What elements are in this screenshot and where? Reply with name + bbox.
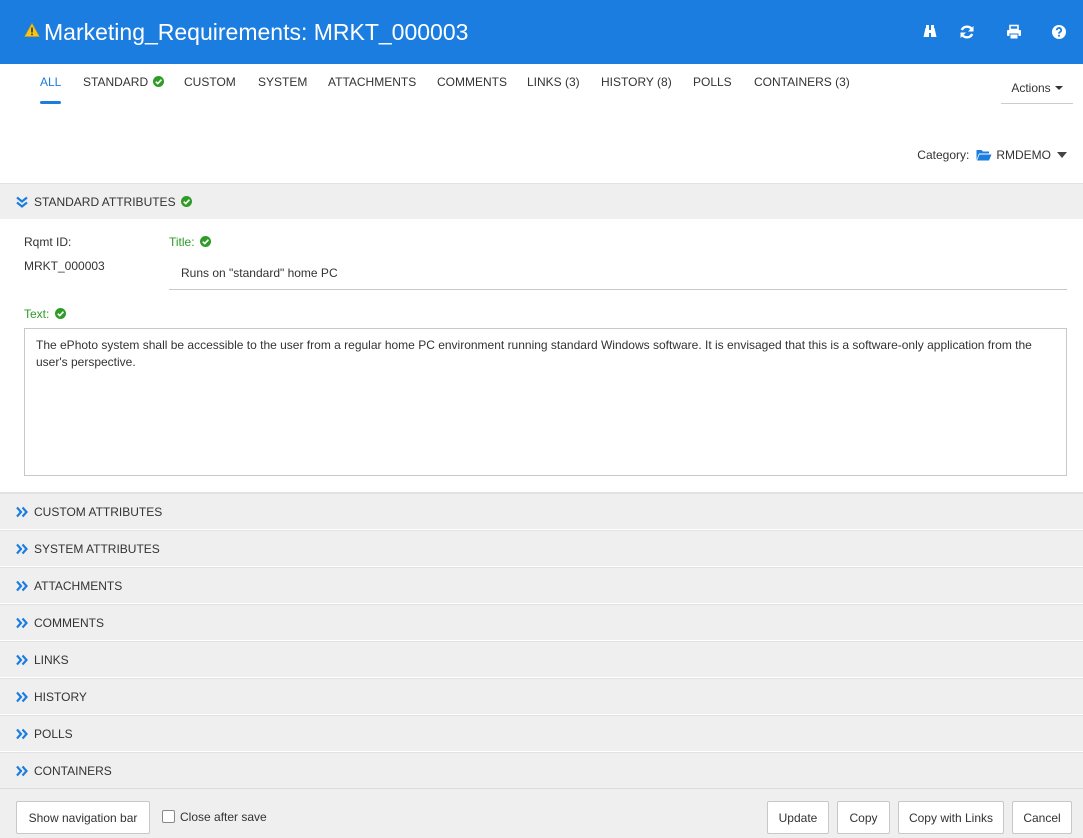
help-icon[interactable] <box>1049 22 1069 42</box>
rqmt-id-label: Rqmt ID: <box>24 235 72 249</box>
page-title: Marketing_Requirements: MRKT_000003 <box>44 19 469 45</box>
caret-down-icon <box>1057 152 1067 158</box>
tab-containers[interactable]: CONTAINERS (3) <box>754 75 850 89</box>
tab-system[interactable]: SYSTEM <box>258 75 307 89</box>
binoculars-icon[interactable] <box>920 22 940 42</box>
caret-down-icon <box>1054 85 1063 90</box>
section-label: POLLS <box>34 726 73 741</box>
title-bar: Marketing_Requirements: MRKT_000003 <box>0 0 1083 64</box>
tab-bar: ALL STANDARD CUSTOM SYSTEM ATTACHMENTS C… <box>0 64 1083 108</box>
tab-all[interactable]: ALL <box>40 75 61 89</box>
section-label: STANDARD ATTRIBUTES <box>34 194 176 209</box>
section-custom-attributes[interactable]: CUSTOM ATTRIBUTES <box>0 493 1083 529</box>
tab-attachments[interactable]: ATTACHMENTS <box>328 75 416 89</box>
chevron-double-right-icon <box>16 617 28 628</box>
check-icon <box>54 308 66 319</box>
folder-open-icon <box>976 150 992 161</box>
cancel-button[interactable]: Cancel <box>1012 801 1072 834</box>
close-after-save-label[interactable]: Close after save <box>180 810 267 824</box>
section-links[interactable]: LINKS <box>0 641 1083 677</box>
update-button[interactable]: Update <box>767 801 829 834</box>
section-label: HISTORY <box>34 689 87 704</box>
actions-label: Actions <box>1011 80 1051 95</box>
check-icon <box>153 76 165 87</box>
actions-dropdown[interactable]: Actions <box>1001 72 1073 104</box>
chevron-double-right-icon <box>16 728 28 739</box>
section-standard-attributes[interactable]: STANDARD ATTRIBUTES <box>0 183 1083 219</box>
check-icon <box>180 196 192 207</box>
tab-standard[interactable]: STANDARD <box>83 75 165 89</box>
print-icon[interactable] <box>1004 22 1024 42</box>
title-label: Title: <box>169 235 211 249</box>
chevron-double-right-icon <box>16 543 28 554</box>
section-system-attributes[interactable]: SYSTEM ATTRIBUTES <box>0 530 1083 566</box>
chevron-double-right-icon <box>16 691 28 702</box>
section-label: CONTAINERS <box>34 763 112 778</box>
text-field[interactable]: The ePhoto system shall be accessible to… <box>24 328 1067 476</box>
chevron-double-right-icon <box>16 654 28 665</box>
section-label: SYSTEM ATTRIBUTES <box>34 541 160 556</box>
rqmt-id-value: MRKT_000003 <box>24 259 105 273</box>
chevron-double-right-icon <box>16 765 28 776</box>
section-label: COMMENTS <box>34 615 104 630</box>
chevron-double-right-icon <box>16 580 28 591</box>
close-after-save-checkbox[interactable] <box>162 810 175 823</box>
text-label: Text: <box>24 307 66 321</box>
title-field[interactable]: Runs on "standard" home PC <box>169 256 1067 290</box>
copy-with-links-button[interactable]: Copy with Links <box>898 801 1004 834</box>
tab-links[interactable]: LINKS (3) <box>527 75 580 89</box>
active-tab-indicator <box>40 101 61 104</box>
tab-custom[interactable]: CUSTOM <box>184 75 236 89</box>
section-comments[interactable]: COMMENTS <box>0 604 1083 640</box>
section-label: CUSTOM ATTRIBUTES <box>34 504 163 519</box>
show-navigation-bar-button[interactable]: Show navigation bar <box>16 801 150 834</box>
section-attachments[interactable]: ATTACHMENTS <box>0 567 1083 603</box>
category-selector[interactable]: Category: RMDEMO <box>917 148 1067 162</box>
chevron-double-right-icon <box>16 506 28 517</box>
tab-history[interactable]: HISTORY (8) <box>601 75 672 89</box>
section-polls[interactable]: POLLS <box>0 715 1083 751</box>
category-label: Category: <box>917 148 970 162</box>
check-icon <box>199 236 211 247</box>
category-value: RMDEMO <box>996 148 1051 162</box>
chevron-double-down-icon <box>16 196 28 208</box>
tab-comments[interactable]: COMMENTS <box>437 75 507 89</box>
section-label: LINKS <box>34 652 69 667</box>
copy-button[interactable]: Copy <box>837 801 890 834</box>
section-containers[interactable]: CONTAINERS <box>0 752 1083 788</box>
section-label: ATTACHMENTS <box>34 578 123 593</box>
tab-polls[interactable]: POLLS <box>693 75 732 89</box>
warning-icon <box>24 22 40 38</box>
refresh-icon[interactable] <box>957 22 977 42</box>
section-history[interactable]: HISTORY <box>0 678 1083 714</box>
